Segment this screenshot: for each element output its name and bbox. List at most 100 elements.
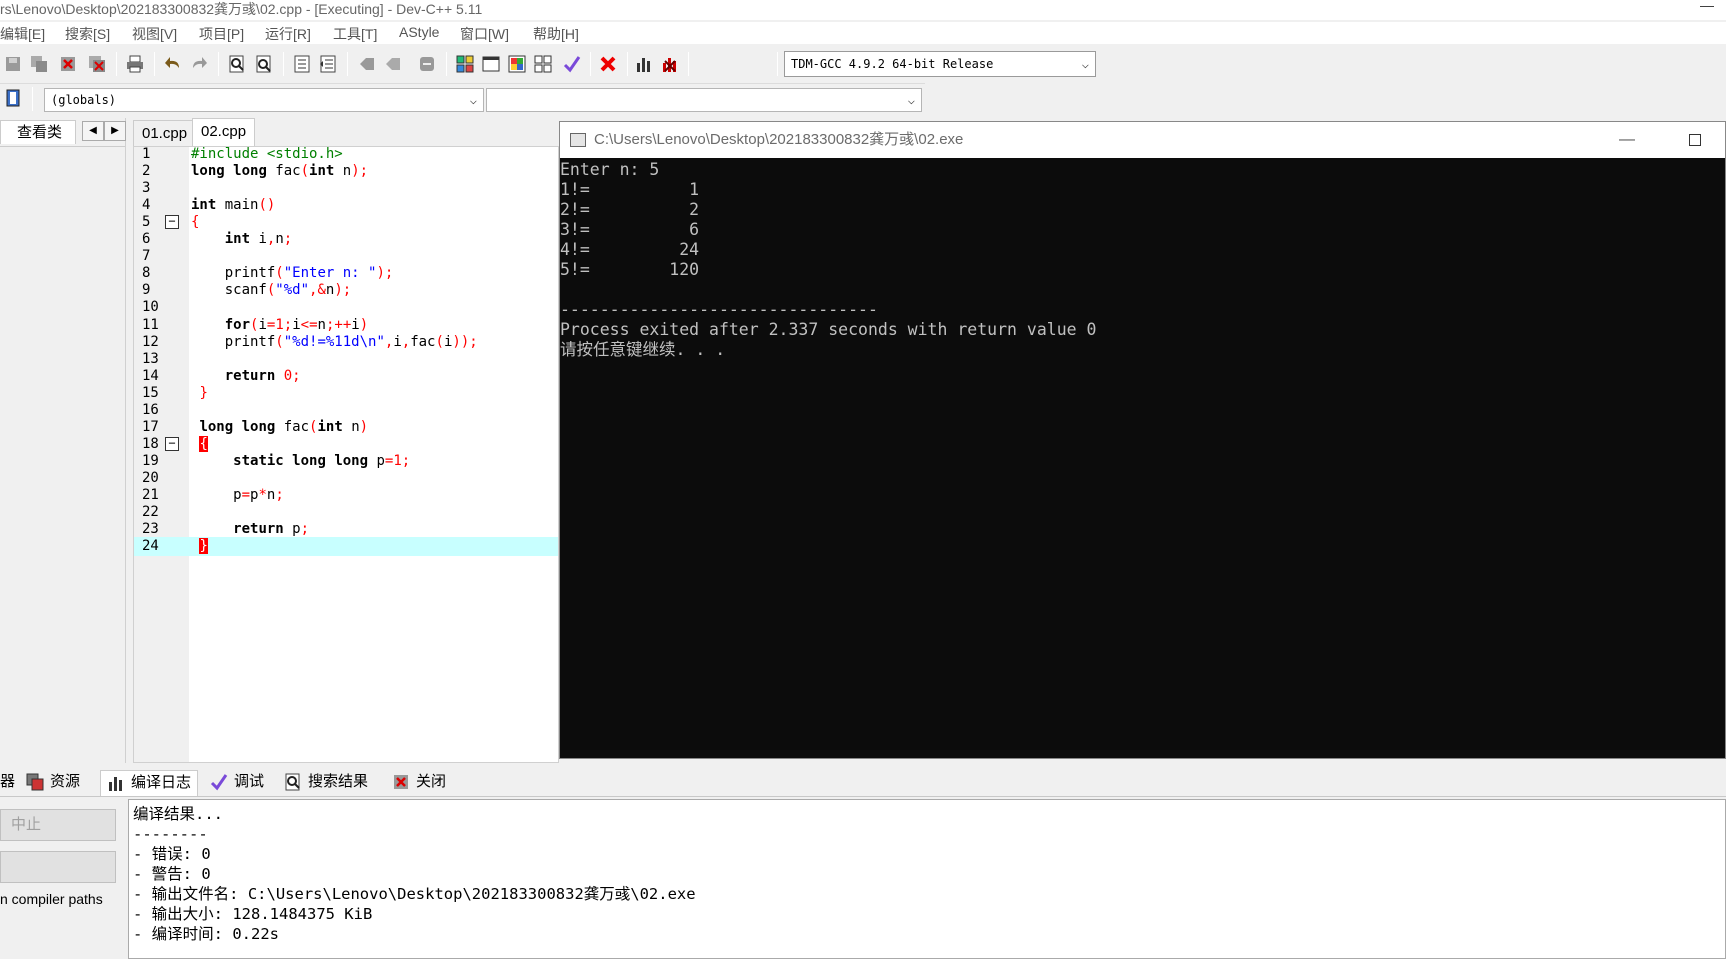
debug-check-icon <box>210 773 228 791</box>
compiler-paths-label[interactable]: n compiler paths <box>0 891 103 907</box>
scope-select-value: (globals) <box>51 93 117 107</box>
code-line[interactable]: 3 <box>134 179 558 198</box>
code-line[interactable]: 5−{ <box>134 213 558 232</box>
line-number: 13 <box>142 350 159 367</box>
menu-search[interactable]: 搜索[S] <box>65 24 110 44</box>
menu-astyle[interactable]: AStyle <box>399 24 439 40</box>
compile-log[interactable]: 编译结果... -------- - 错误: 0 - 警告: 0 - 输出文件名: C:… <box>128 799 1726 959</box>
menu-run[interactable]: 运行[R] <box>265 24 311 44</box>
console-line: Process exited after 2.337 seconds with … <box>560 320 1097 339</box>
log-line: - 输出大小: 128.1484375 KiB <box>133 905 373 923</box>
abort-button[interactable]: 中止 <box>0 809 116 841</box>
line-number: 4 <box>142 197 151 214</box>
line-number: 8 <box>142 265 151 282</box>
profile-chart-icon[interactable] <box>633 53 655 75</box>
replace-icon[interactable] <box>253 53 275 75</box>
close-file-icon[interactable] <box>57 53 79 75</box>
menu-edit[interactable]: 编辑[E] <box>0 24 45 44</box>
code-line[interactable]: 19 static long long p=1; <box>134 452 558 471</box>
tab-close[interactable]: 关闭 <box>392 770 446 796</box>
new-project-icon[interactable] <box>454 53 476 75</box>
tab-resources[interactable]: 资源 <box>26 770 80 796</box>
fold-collapse-icon[interactable]: − <box>165 436 179 451</box>
console-line: Enter n: 5 <box>560 160 660 179</box>
toggle-bookmark-icon[interactable] <box>356 53 378 75</box>
line-number: 15 <box>142 384 159 401</box>
tab-search-results-label: 搜索结果 <box>308 773 369 790</box>
code-line[interactable]: 12 printf("%d!=%11d\n",i,fac(i)); <box>134 333 558 352</box>
code-line[interactable]: 6 int i,n; <box>134 230 558 249</box>
menu-window[interactable]: 窗口[W] <box>460 24 509 44</box>
tab-02-cpp[interactable]: 02.cpp <box>192 118 256 146</box>
code-line[interactable]: 14 return 0; <box>134 367 558 386</box>
goto-line-icon[interactable] <box>416 53 438 75</box>
bookmark-icon[interactable] <box>2 87 24 109</box>
unindent-icon[interactable] <box>317 53 339 75</box>
minimize-button[interactable]: — <box>1700 0 1714 14</box>
grid-icon[interactable] <box>532 53 554 75</box>
code-line[interactable]: 20 <box>134 469 558 488</box>
menu-project[interactable]: 项目[P] <box>199 24 244 44</box>
redo-icon[interactable] <box>188 53 210 75</box>
tab-01-cpp[interactable]: 01.cpp <box>133 120 197 146</box>
code-line[interactable]: 17 long long fac(int n) <box>134 418 558 437</box>
line-number: 20 <box>142 469 159 486</box>
console-minimize-button[interactable]: — <box>1619 122 1635 158</box>
line-number: 7 <box>142 248 151 265</box>
code-line[interactable]: 10 <box>134 298 558 317</box>
delete-profile-icon[interactable] <box>659 53 681 75</box>
close-all-icon[interactable] <box>86 53 108 75</box>
code-line[interactable]: 2 long long fac(int n); <box>134 162 558 181</box>
code-editor[interactable]: 1 #include <stdio.h> 2 long long fac(int n)… <box>133 146 559 763</box>
log-line: -------- <box>133 825 208 843</box>
find-icon[interactable] <box>226 53 248 75</box>
code-line[interactable]: 4 int main() <box>134 196 558 215</box>
code-line[interactable]: 8 printf("Enter n: "); <box>134 264 558 283</box>
code-line[interactable]: 1 #include <stdio.h> <box>134 145 558 164</box>
member-select[interactable]: ⌵ <box>486 88 922 112</box>
code-text: #include <stdio.h> <box>191 146 343 162</box>
tab-compiler[interactable]: 器 <box>0 770 15 796</box>
code-line[interactable]: 7 <box>134 247 558 266</box>
console-maximize-button[interactable] <box>1689 134 1701 146</box>
menu-view[interactable]: 视图[V] <box>132 24 177 44</box>
save-icon[interactable] <box>2 53 24 75</box>
print-icon[interactable] <box>124 53 146 75</box>
window-icon[interactable] <box>480 53 502 75</box>
menu-help[interactable]: 帮助[H] <box>533 24 579 44</box>
menu-tools[interactable]: 工具[T] <box>333 24 377 44</box>
indent-icon[interactable] <box>291 53 313 75</box>
line-number: 22 <box>142 504 159 521</box>
save-all-icon[interactable] <box>28 53 50 75</box>
scope-select[interactable]: (globals) ⌵ <box>44 88 484 112</box>
console-window[interactable]: C:\Users\Lenovo\Desktop\202183300832龚万彧\… <box>559 121 1726 759</box>
project-options-icon[interactable] <box>506 53 528 75</box>
code-line[interactable]: 24 } <box>134 537 558 556</box>
code-text: printf("Enter n: "); <box>191 265 394 282</box>
code-line[interactable]: 15 } <box>134 384 558 403</box>
code-line[interactable]: 13 <box>134 350 558 369</box>
code-line[interactable]: 22 <box>134 503 558 522</box>
tab-debug[interactable]: 调试 <box>210 770 264 796</box>
code-line[interactable]: 21 p=p*n; <box>134 486 558 505</box>
fold-collapse-icon[interactable]: − <box>165 215 179 230</box>
code-line[interactable]: 11 for(i=1;i<=n;++i) <box>134 316 558 335</box>
tab-class-browser[interactable]: 查看类 <box>0 120 76 144</box>
compiler-select[interactable]: TDM-GCC 4.9.2 64-bit Release ⌵ <box>784 51 1096 77</box>
code-line[interactable]: 16 <box>134 401 558 420</box>
code-line[interactable]: 9 scanf("%d",&n); <box>134 281 558 300</box>
blank-button[interactable] <box>0 851 116 883</box>
class-tree[interactable] <box>0 146 125 761</box>
code-text: { <box>199 435 208 452</box>
code-line[interactable]: 23 return p; <box>134 520 558 539</box>
goto-bookmark-icon[interactable] <box>382 53 404 75</box>
tab-next-button[interactable]: ▶ <box>104 121 126 141</box>
console-line: 请按任意键继续. . . <box>560 340 726 359</box>
tab-compile-log[interactable]: 编译日志 <box>100 770 199 796</box>
code-line[interactable]: 18− { <box>134 435 558 454</box>
undo-icon[interactable] <box>162 53 184 75</box>
check-syntax-icon[interactable] <box>561 53 583 75</box>
tab-prev-button[interactable]: ◀ <box>82 121 104 141</box>
tab-search-results[interactable]: 搜索结果 <box>284 770 368 796</box>
stop-execution-icon[interactable] <box>597 53 619 75</box>
